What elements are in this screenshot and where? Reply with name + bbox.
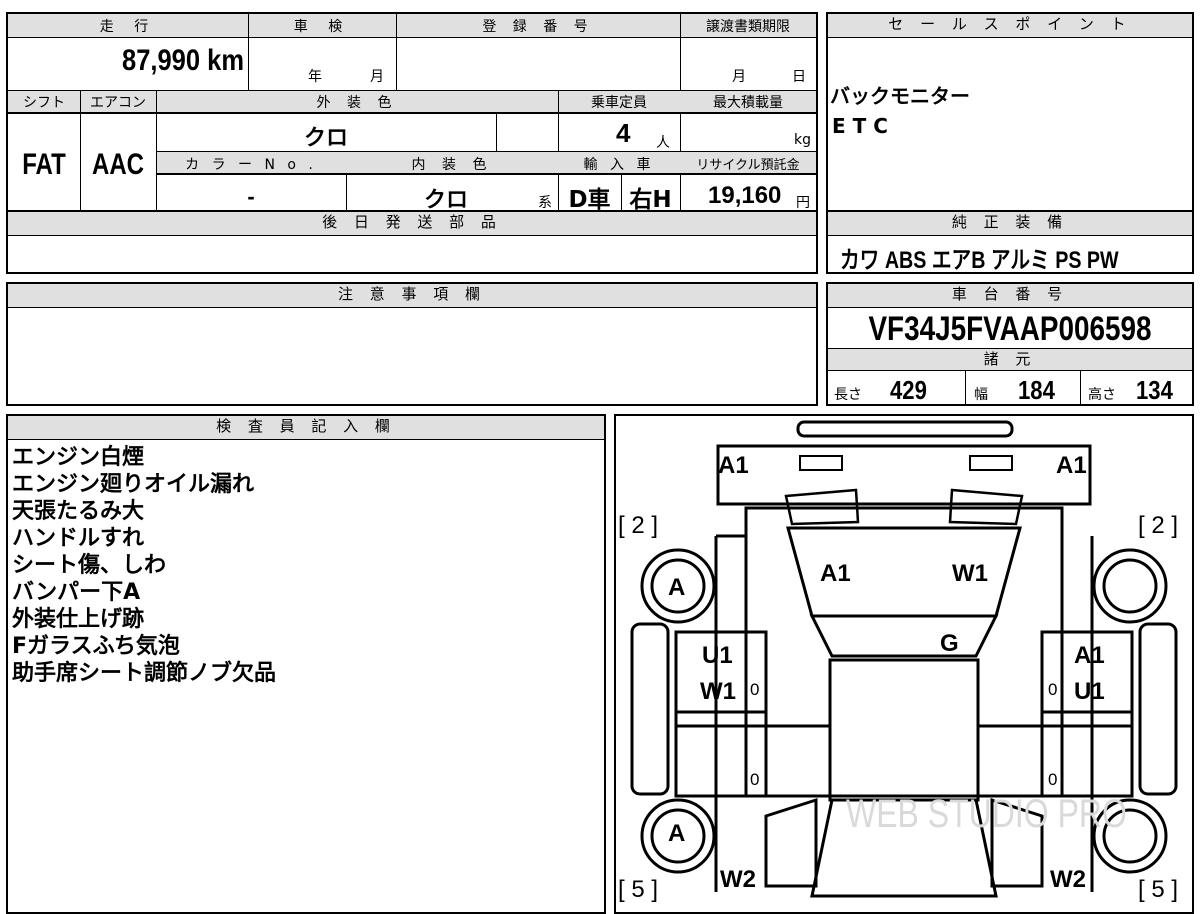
damage-diagram-box: A1 A1 [ 2 ] [ 2 ] [ 5 ] [ 5 ] A1 W1 G U1… <box>614 414 1194 914</box>
interior-color-header: 内 装 色 <box>411 157 493 173</box>
damage-code-left-front-u1: U1 <box>702 642 733 669</box>
specs-header: 諸 元 <box>828 349 1192 371</box>
recycle-unit: 円 <box>796 195 810 211</box>
note-item: 天張たるみ大 <box>12 499 145 524</box>
damage-code-right-front-a1: A1 <box>1074 642 1105 669</box>
mileage-header: 走 行 <box>99 19 157 35</box>
registration-header: 登 録 番 号 <box>482 19 594 35</box>
sales-point-1: バックモニター <box>830 84 970 108</box>
deadline-month-unit: 月 <box>732 69 746 85</box>
import-type-value: D車 <box>568 187 611 213</box>
note-item: シート傷、しわ <box>12 553 167 578</box>
inspector-notes-box: 検 査 員 記 入 欄 エンジン白煙 エンジン廻りオイル漏れ 天張たるみ大 ハン… <box>6 414 606 914</box>
damage-code-front-right: A1 <box>1056 452 1087 479</box>
sales-points-header: セ ー ル ス ポ イ ン ト <box>828 14 1192 38</box>
note-item: 助手席シート調節ノブ欠品 <box>12 661 277 686</box>
shift-header: シフト <box>23 95 65 111</box>
sales-point-2: E T C <box>832 114 888 138</box>
damage-code-wheel-front-left: A <box>668 574 686 601</box>
exterior-color-value: クロ <box>303 126 348 151</box>
chassis-header: 車 台 番 号 <box>828 284 1192 308</box>
import-header: 輸 入 車 <box>583 157 655 173</box>
height-value: 134 <box>1136 375 1173 405</box>
inspection-year-unit: 年 <box>308 69 322 85</box>
note-item: ハンドルすれ <box>12 526 145 551</box>
damage-code-rear-left: W2 <box>720 866 756 893</box>
damage-code-rear-right: W2 <box>1050 866 1086 893</box>
length-label: 長さ <box>834 387 862 403</box>
mileage-value: 87,990 <box>122 44 201 77</box>
inspector-notes-header: 検 査 員 記 入 欄 <box>8 416 604 440</box>
parts-later-header: 後 日 発 送 部 品 <box>8 212 816 236</box>
genuine-equipment-box: 純 正 装 備 カワ ABS エアB アルミ PS PW <box>826 210 1194 274</box>
inspection-month-unit: 月 <box>370 69 384 85</box>
vehicle-info-table: 走 行 車 検 登 録 番 号 譲渡書類期限 87,990 km 年 月 月 日… <box>6 12 818 214</box>
watermark: WEB STUDIO PRO <box>846 792 1127 836</box>
parts-later-box: 後 日 発 送 部 品 <box>6 210 818 274</box>
cautions-box: 注 意 事 項 欄 <box>6 282 818 406</box>
damage-code-hood: G <box>940 630 959 657</box>
chassis-box: 車 台 番 号 VF34J5FVAAP006598 諸 元 長さ 429 幅 1… <box>826 282 1194 406</box>
color-no-value: - <box>247 184 255 209</box>
zero-mark: 0 <box>750 770 760 789</box>
capacity-value: 4 <box>616 118 631 148</box>
note-item: エンジン廻りオイル漏れ <box>12 472 255 497</box>
max-load-unit: kg <box>794 132 811 148</box>
cautions-header: 注 意 事 項 欄 <box>8 284 816 308</box>
damage-code-wheel-rear-left: A <box>668 820 686 847</box>
bracket-front-left: [ 2 ] <box>618 512 659 539</box>
capacity-header: 乗車定員 <box>591 95 647 111</box>
sales-points-box: セ ー ル ス ポ イ ン ト バックモニター E T C <box>826 12 1194 212</box>
aircon-header: エアコン <box>90 95 146 111</box>
interior-suffix: 系 <box>538 195 552 211</box>
mileage-unit: km <box>207 44 244 77</box>
zero-mark: 0 <box>1048 680 1058 699</box>
damage-code-left-front-w1: W1 <box>700 678 736 705</box>
inspection-header: 車 検 <box>293 19 351 35</box>
steering-value: 右H <box>629 187 672 213</box>
length-value: 429 <box>890 375 927 405</box>
genuine-equipment-value: カワ ABS エアB アルミ PS PW <box>840 247 1119 274</box>
width-value: 184 <box>1018 375 1055 405</box>
height-label: 高さ <box>1088 387 1116 403</box>
inspector-notes-list: エンジン白煙 エンジン廻りオイル漏れ 天張たるみ大 ハンドルすれ シート傷、しわ… <box>12 444 276 687</box>
color-no-header: カ ラ ー N o . <box>185 157 317 173</box>
chassis-number-value: VF34J5FVAAP006598 <box>868 310 1152 348</box>
recycle-value: 19,160 <box>708 182 782 209</box>
bracket-front-right: [ 2 ] <box>1138 512 1179 539</box>
max-load-header: 最大積載量 <box>713 95 783 111</box>
note-item: バンパー下A <box>12 580 141 605</box>
damage-code-right-front-u1: U1 <box>1074 678 1105 705</box>
note-item: エンジン白煙 <box>12 445 145 470</box>
deadline-day-unit: 日 <box>792 69 806 85</box>
zero-mark: 0 <box>1048 770 1058 789</box>
recycle-header: リサイクル預託金 <box>696 158 800 173</box>
damage-code-front-left: A1 <box>718 452 749 479</box>
note-item: 外装仕上げ跡 <box>12 607 145 632</box>
genuine-equipment-header: 純 正 装 備 <box>828 212 1192 236</box>
damage-code-windshield-left: A1 <box>820 560 851 587</box>
width-label: 幅 <box>974 387 988 403</box>
note-item: Fガラスふち気泡 <box>12 634 180 659</box>
zero-mark: 0 <box>750 680 760 699</box>
exterior-color-header: 外 装 色 <box>316 95 398 111</box>
capacity-unit: 人 <box>656 135 670 151</box>
damage-code-windshield-right: W1 <box>952 560 988 587</box>
deadline-header: 譲渡書類期限 <box>706 19 790 35</box>
shift-value: FAT <box>22 148 66 181</box>
aircon-value: AAC <box>92 148 144 181</box>
